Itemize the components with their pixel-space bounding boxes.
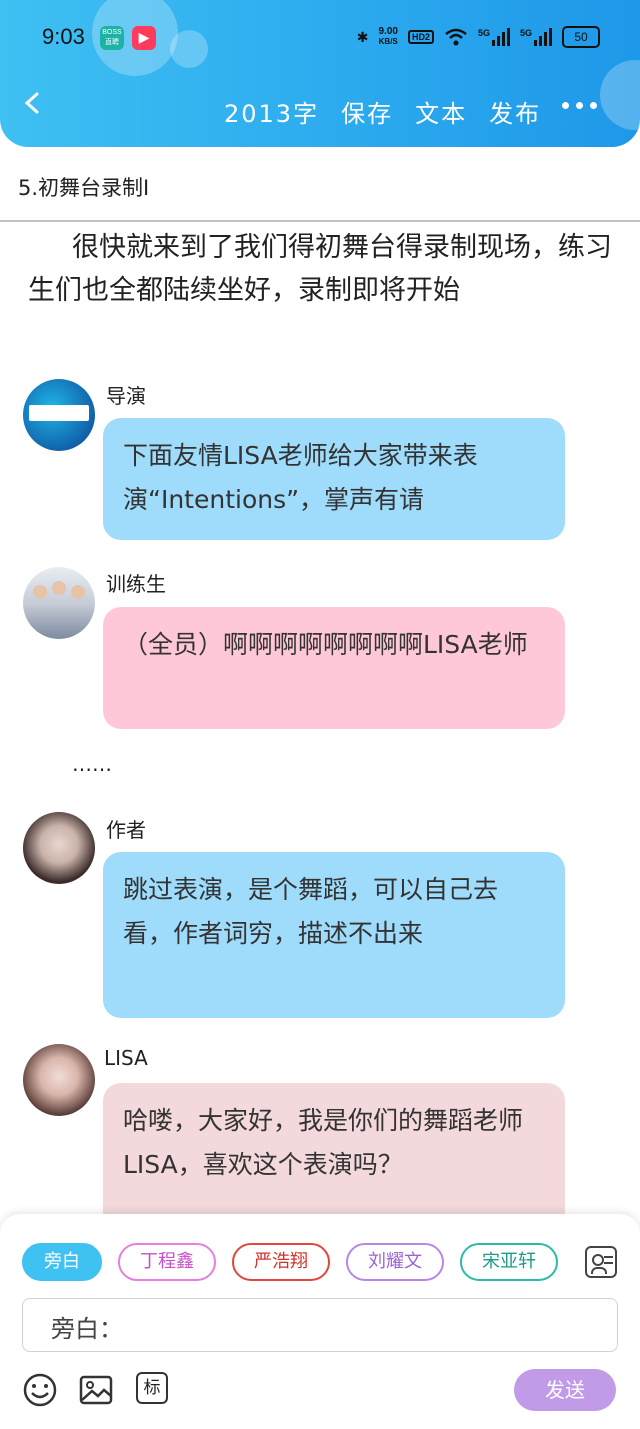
message-bubble[interactable]: （全员）啊啊啊啊啊啊啊啊LISA老师 (103, 607, 565, 729)
message-bubble[interactable]: 下面友情LISA老师给大家带来表演“Intentions”，掌声有请 (103, 418, 565, 540)
publish-button[interactable]: 发布 (489, 94, 541, 129)
chip-role[interactable]: 刘耀文 (346, 1243, 444, 1281)
avatar-author[interactable] (23, 812, 95, 884)
avatar-trainee[interactable] (23, 567, 95, 639)
editor-toolbar: 2013字 保存 文本 发布 (224, 94, 541, 129)
input-prefix: 旁白： (51, 1315, 123, 1343)
chip-narration[interactable]: 旁白 (22, 1243, 102, 1281)
tag-icon[interactable]: 标 (136, 1372, 168, 1404)
chapter-title[interactable]: 5.初舞台录制Ⅰ (18, 172, 149, 202)
boss-app-icon: BOSS 直聘 (100, 26, 124, 50)
narration-text[interactable]: 很快就来到了我们得初舞台得录制现场，练习生们也全都陆续坐好，录制即将开始 (28, 226, 618, 312)
send-button[interactable]: 发送 (514, 1369, 616, 1411)
save-button[interactable]: 保存 (341, 94, 393, 129)
top-header: 9:03 BOSS 直聘 ▶ ✱ 9.00 KB/S HD2 5G 5G 50 … (0, 0, 640, 147)
battery-icon: 50 (562, 26, 600, 48)
avatar-director[interactable] (23, 379, 95, 451)
sender-name: 导演 (106, 384, 146, 408)
message-input[interactable]: 旁白： (22, 1298, 618, 1352)
image-icon[interactable] (78, 1372, 114, 1408)
status-bar: 9:03 BOSS 直聘 ▶ ✱ 9.00 KB/S HD2 5G 5G 50 (0, 0, 640, 70)
sender-name: LISA (104, 1046, 148, 1070)
divider (0, 220, 640, 222)
hd-icon: HD2 (407, 30, 434, 44)
back-arrow-icon[interactable] (22, 92, 44, 114)
clock: 9:03 (42, 24, 85, 49)
signal-icon-2: 5G (520, 28, 552, 46)
sender-name: 训练生 (106, 572, 166, 596)
role-chips: 旁白 丁程鑫 严浩翔 刘耀文 宋亚轩 (22, 1243, 558, 1281)
text-button[interactable]: 文本 (415, 94, 467, 129)
chip-role[interactable]: 丁程鑫 (118, 1243, 216, 1281)
message-bubble[interactable]: 跳过表演，是个舞蹈，可以自己去看，作者词穷，描述不出来 (103, 852, 565, 1018)
chip-role[interactable]: 宋亚轩 (460, 1243, 558, 1281)
signal-icon-1: 5G (478, 28, 510, 46)
ellipsis-text[interactable]: …… (72, 752, 112, 776)
emoji-icon[interactable] (22, 1372, 58, 1408)
net-speed: 9.00 KB/S (378, 26, 398, 47)
chip-role[interactable]: 严浩翔 (232, 1243, 330, 1281)
wifi-icon (445, 28, 467, 46)
sender-name: 作者 (106, 818, 146, 842)
video-app-icon: ▶ (132, 26, 156, 50)
bluetooth-icon: ✱ (356, 28, 369, 45)
more-icon[interactable] (562, 102, 597, 109)
contact-card-icon[interactable] (585, 1246, 617, 1278)
word-count: 2013字 (224, 100, 320, 128)
input-tools: 标 (22, 1372, 168, 1408)
avatar-lisa[interactable] (23, 1044, 95, 1116)
